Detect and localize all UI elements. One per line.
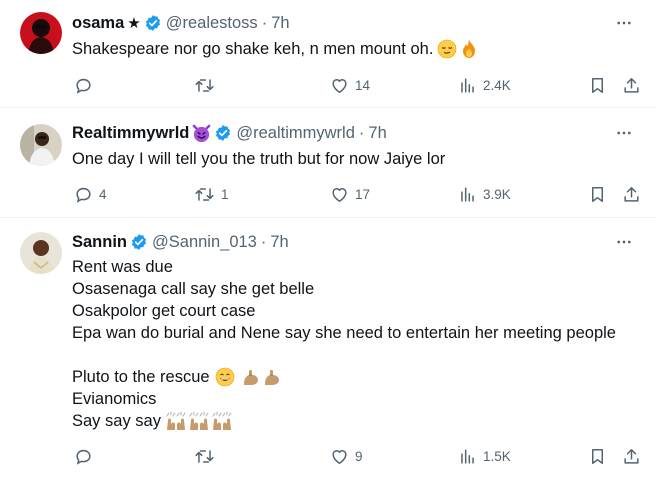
tweet-text: Rent was due Osasenaga call say she get … [72,256,636,432]
reply-icon [76,449,91,465]
text-line: Osakpolor get court case [72,302,256,320]
tweet-2[interactable]: Realtimmywrld @realtimmywrld · 7h One da… [0,108,656,218]
reply-icon [76,187,91,203]
tweet-1[interactable]: osama ★ @realestoss · 7h Shakespeare nor… [0,0,656,108]
raising-hands-emoji [211,411,233,431]
tweet-header: Sannin @Sannin_013 · 7h [72,232,289,252]
user-handle[interactable]: @Sannin_013 [152,233,257,252]
views-count: 2.4K [483,77,511,93]
views-button[interactable]: 3.9K [458,182,511,206]
like-button[interactable]: 17 [330,182,370,206]
text-line: Evianomics [72,390,157,408]
fire-emoji [459,39,479,59]
share-icon [624,77,639,93]
retweet-icon [195,449,214,463]
flexed-biceps-emoji [262,367,282,387]
share-button[interactable] [622,182,641,206]
text-line: Osasenaga call say she get belle [72,280,315,298]
separator-dot: · [260,232,267,251]
share-button[interactable] [622,73,641,97]
retweet-button[interactable]: 1 [194,182,229,206]
flexed-biceps-emoji [241,367,261,387]
tweet-actions: 4 1 17 3.9K [72,182,639,206]
more-icon[interactable] [614,232,634,252]
timestamp[interactable]: 7h [270,233,288,252]
avatar-osama[interactable] [20,12,62,54]
avatar-realtimmywrld[interactable] [20,124,62,166]
name-star: ★ [127,15,141,32]
tweet-3[interactable]: Sannin @Sannin_013 · 7h Rent was due Osa… [0,218,656,480]
views-button[interactable]: 1.5K [458,444,511,468]
reply-count: 4 [99,186,107,202]
views-count: 3.9K [483,186,511,202]
separator-dot: · [358,123,365,142]
like-button[interactable]: 9 [330,444,363,468]
like-count: 17 [355,186,371,202]
views-count: 1.5K [483,448,511,464]
like-icon [332,187,347,202]
avatar-sannin[interactable] [20,232,62,274]
like-icon [332,78,347,93]
tweet-actions: 9 1.5K [72,444,639,468]
bookmark-icon [591,448,604,464]
timestamp[interactable]: 7h [368,124,386,143]
retweet-icon [195,187,214,201]
display-name[interactable]: Realtimmywrld [72,124,189,143]
relieved-face-emoji [437,39,457,59]
separator-dot: · [261,13,268,32]
raising-hands-emoji [188,411,210,431]
like-count: 14 [355,77,371,93]
tweet-text: One day I will tell you the truth but fo… [72,148,636,170]
verified-badge-icon [144,14,162,32]
text-line: Say say say [72,412,161,430]
display-name[interactable]: Sannin [72,233,127,252]
views-icon [461,448,474,464]
bookmark-button[interactable] [588,182,607,206]
smiling-devil-emoji [192,124,211,143]
more-icon[interactable] [614,123,634,143]
tweet-text: Shakespeare nor go shake keh, n men moun… [72,38,636,60]
tweet-header: osama ★ @realestoss · 7h [72,13,290,33]
user-handle[interactable]: @realtimmywrld [236,124,355,143]
bookmark-button[interactable] [588,73,607,97]
tweet-actions: 14 2.4K [72,73,639,97]
raising-hands-emoji [165,411,187,431]
verified-badge-icon [214,124,232,142]
text-line: One day I will tell you the truth but fo… [72,150,446,168]
share-icon [624,448,639,464]
bookmark-button[interactable] [588,444,607,468]
share-button[interactable] [622,444,641,468]
retweet-button[interactable] [194,444,221,468]
tweet-header: Realtimmywrld @realtimmywrld · 7h [72,123,387,143]
reply-button[interactable] [74,444,99,468]
display-name[interactable]: osama [72,14,124,33]
bookmark-icon [591,77,604,93]
reply-button[interactable] [74,73,99,97]
more-icon[interactable] [614,13,634,33]
reply-icon [76,78,91,94]
like-button[interactable]: 14 [330,73,370,97]
text-line: Pluto to the rescue [72,368,210,386]
bookmark-icon [591,186,604,202]
text-line: Shakespeare nor go shake keh, n men moun… [72,40,434,58]
like-icon [332,449,347,464]
verified-badge-icon [130,233,148,251]
timestamp[interactable]: 7h [271,14,289,33]
grinning-face-emoji [215,367,235,387]
text-line: Rent was due [72,258,173,276]
retweet-icon [195,78,214,92]
retweet-button[interactable] [194,73,221,97]
text-line: Epa wan do burial and Nene say she need … [72,324,616,342]
like-count: 9 [355,448,363,464]
reply-button[interactable]: 4 [74,182,107,206]
retweet-count: 1 [221,186,229,202]
user-handle[interactable]: @realestoss [166,14,258,33]
share-icon [624,186,639,202]
views-icon [461,186,474,202]
views-icon [461,77,474,93]
views-button[interactable]: 2.4K [458,73,511,97]
